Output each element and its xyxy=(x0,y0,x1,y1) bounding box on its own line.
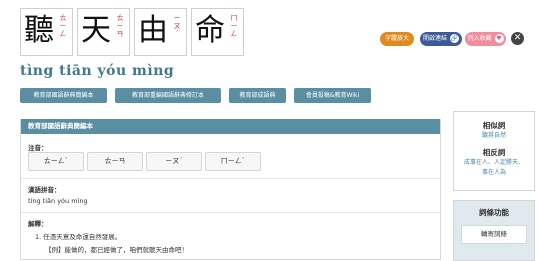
page-title: tìng tiān yóu mìng xyxy=(20,63,175,79)
char-box-2: 天 ㄊㄧㄢ xyxy=(77,8,130,56)
zhuyin-box: ㄇㄧㄥˋ xyxy=(205,152,261,171)
tab-idiom-dictionary[interactable]: 教育部成語典 xyxy=(229,88,286,103)
char-box-3: 由 ㄧㄡˊ xyxy=(134,8,187,56)
character: 由 xyxy=(138,13,168,48)
tools-title: 詞條功能 xyxy=(479,208,509,217)
synonym-link[interactable]: 聽其自然 xyxy=(454,131,534,141)
font-size-button[interactable]: 字體放大 xyxy=(380,32,414,46)
dictionary-entry-panel: 教育部國語辭典簡編本 注音： ㄊㄧㄥˋ ㄊㄧㄢ ㄧㄡˊ ㄇㄧㄥˋ 漢語拼音： t… xyxy=(20,119,441,260)
pinyin-label: 漢語拼音： xyxy=(28,186,61,194)
zhuyin-annotation: ㄇㄧㄥ xyxy=(230,14,238,38)
divider xyxy=(21,178,440,179)
zhuyin-label: 注音： xyxy=(28,144,48,152)
zhuyin-annotation: ㄊㄧㄢ xyxy=(116,14,124,38)
link-icon: 🔗 xyxy=(450,34,459,43)
zhuyin-box: ㄊㄧㄢ xyxy=(87,152,143,171)
antonym-link[interactable]: 成事在人、人定勝天、 xyxy=(454,158,534,168)
panel-header: 教育部國語辭典簡編本 xyxy=(21,119,440,134)
close-icon[interactable]: ✕ xyxy=(511,32,524,45)
antonym-title: 相反詞 xyxy=(482,148,506,157)
char-box-1: 聽 ㄊㄧㄥ xyxy=(20,8,73,56)
add-favorite-button[interactable]: 列入收藏 ♥ xyxy=(465,32,506,46)
zhuyin-annotation: ㄧㄡˊ xyxy=(173,14,181,38)
antonym-link[interactable]: 事在人為 xyxy=(454,168,534,178)
zhuyin-box: ㄊㄧㄥˋ xyxy=(28,152,84,171)
character: 命 xyxy=(195,13,225,48)
character: 天 xyxy=(81,13,111,48)
zhuyin-box: ㄧㄡˊ xyxy=(146,152,202,171)
forward-entry-button[interactable]: 轉寄詞條 xyxy=(461,225,527,244)
heart-icon: ♥ xyxy=(494,34,504,43)
open-link-button[interactable]: 開啟連結 🔗 xyxy=(420,32,462,46)
font-size-label: 字體放大 xyxy=(384,35,409,42)
zhuyin-annotation: ㄊㄧㄥ xyxy=(59,14,67,38)
add-favorite-label: 列入收藏 xyxy=(467,35,492,42)
char-box-4: 命 ㄇㄧㄥ xyxy=(191,8,244,56)
divider xyxy=(21,212,440,213)
tab-concise-dictionary[interactable]: 教育部國語辭典簡編本 xyxy=(20,88,107,103)
definition-text: 1. 任憑天意及命運自然發展。 xyxy=(35,233,122,241)
example-text: 【例】能做的，都已經做了，咱們就聽天由命吧！ xyxy=(45,246,188,254)
definition-label: 解釋： xyxy=(28,220,48,228)
pinyin-value: tìng tiān yóu mìng xyxy=(28,197,88,205)
related-words-box: 相似詞 聽其自然 相反詞 成事在人、人定勝天、 事在人為 xyxy=(453,111,535,191)
entry-tools-box: 詞條功能 轉寄詞條 xyxy=(453,200,535,261)
character: 聽 xyxy=(24,13,54,48)
tab-revised-dictionary[interactable]: 教育部重編國語辭典修訂本 xyxy=(115,88,221,103)
open-link-label: 開啟連結 xyxy=(422,35,447,42)
synonym-title: 相似詞 xyxy=(482,121,506,130)
tab-wiki[interactable]: 會員投稿&教育Wiki xyxy=(294,88,371,103)
